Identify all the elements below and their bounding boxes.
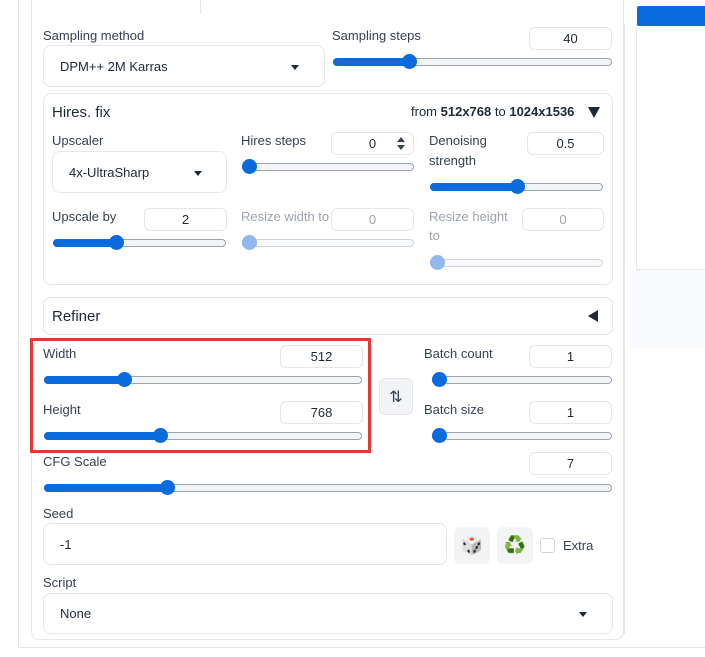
resize-width-slider[interactable] <box>242 234 414 250</box>
sampling-method-value: DPM++ 2M Karras <box>60 58 168 74</box>
upscale-by-slider[interactable] <box>53 234 226 250</box>
batch-count-input[interactable]: 1 <box>529 345 612 368</box>
resize-height-label: Resize height <box>429 209 508 224</box>
generate-button[interactable] <box>637 6 705 26</box>
sampling-steps-slider[interactable] <box>333 53 612 69</box>
hires-fix-title: Hires. fix <box>52 104 111 121</box>
slider-thumb[interactable] <box>108 235 124 250</box>
width-input[interactable]: 512 <box>280 345 363 368</box>
cfg-scale-label: CFG Scale <box>43 454 107 469</box>
upscaler-select[interactable]: 4x-UltraSharp <box>52 151 227 193</box>
width-label: Width <box>43 346 77 361</box>
extra-checkbox[interactable] <box>540 538 555 553</box>
denoising-slider[interactable] <box>430 178 603 194</box>
seed-label: Seed <box>43 506 74 521</box>
recycle-icon: ♻️ <box>503 535 527 555</box>
chevron-down-icon <box>579 612 587 617</box>
script-value: None <box>60 606 92 621</box>
cfg-scale-slider[interactable] <box>44 479 612 495</box>
slider-thumb[interactable] <box>160 480 176 495</box>
denoising-input[interactable]: 0.5 <box>527 132 604 155</box>
collapse-triangle-icon[interactable] <box>588 107 600 118</box>
tab-divider <box>200 0 201 14</box>
range-to-prefix: to <box>494 104 506 119</box>
swap-dimensions-button[interactable]: ⇅ <box>379 378 413 415</box>
height-slider[interactable] <box>44 427 362 443</box>
sampling-steps-input[interactable]: 40 <box>529 27 612 50</box>
refiner-accordion[interactable] <box>43 297 613 335</box>
slider-thumb[interactable] <box>509 179 525 194</box>
random-seed-button[interactable]: 🎲 <box>454 527 490 564</box>
slider-thumb[interactable] <box>242 159 257 174</box>
outer-frame-left <box>18 0 19 648</box>
resize-height-label-line2: to <box>429 228 440 243</box>
seed-value: -1 <box>60 536 72 552</box>
slider-thumb[interactable] <box>401 54 417 69</box>
batch-size-label: Batch size <box>424 402 484 417</box>
expand-triangle-icon[interactable] <box>588 310 598 322</box>
slider-thumb[interactable] <box>153 428 169 443</box>
sampling-method-label: Sampling method <box>43 28 145 43</box>
upscale-by-input[interactable]: 2 <box>144 208 227 231</box>
script-label: Script <box>43 575 77 590</box>
spin-down-icon[interactable] <box>397 145 405 150</box>
output-panel-footer <box>630 270 705 348</box>
slider-thumb[interactable] <box>432 372 447 387</box>
dice-icon: 🎲 <box>460 535 484 555</box>
resize-width-label: Resize width to <box>241 209 330 224</box>
chevron-down-icon <box>291 65 299 70</box>
hires-range-text: from 512x768 to 1024x1536 <box>411 104 574 119</box>
width-slider[interactable] <box>44 371 362 387</box>
refiner-title: Refiner <box>52 308 101 325</box>
hires-steps-slider[interactable] <box>242 158 414 174</box>
resize-height-slider[interactable] <box>430 254 603 270</box>
height-label: Height <box>43 402 81 417</box>
resize-width-input[interactable]: 0 <box>331 208 414 231</box>
hires-steps-input[interactable]: 0 <box>331 132 414 155</box>
denoising-label: Denoising <box>429 133 487 148</box>
batch-size-slider[interactable] <box>432 427 612 443</box>
denoising-label-line2: strength <box>429 153 476 168</box>
seed-input[interactable]: -1 <box>43 523 447 565</box>
slider-thumb[interactable] <box>432 428 447 443</box>
reuse-seed-button[interactable]: ♻️ <box>497 527 533 564</box>
chevron-down-icon <box>194 171 202 176</box>
hires-steps-label: Hires steps <box>241 133 307 148</box>
output-panel <box>636 24 705 270</box>
sampling-method-select[interactable]: DPM++ 2M Karras <box>43 45 325 87</box>
swap-arrows-icon: ⇅ <box>389 388 403 406</box>
batch-count-slider[interactable] <box>432 371 612 387</box>
slider-thumb[interactable] <box>430 255 445 270</box>
cfg-scale-input[interactable]: 7 <box>529 452 612 475</box>
script-select[interactable]: None <box>43 593 613 634</box>
batch-count-label: Batch count <box>424 346 493 361</box>
height-input[interactable]: 768 <box>280 401 363 424</box>
spin-up-icon[interactable] <box>397 137 405 142</box>
slider-thumb[interactable] <box>116 372 132 387</box>
hires-steps-value: 0 <box>368 136 377 151</box>
resize-height-input[interactable]: 0 <box>522 208 604 231</box>
batch-size-input[interactable]: 1 <box>529 401 612 424</box>
extra-label: Extra <box>563 538 594 553</box>
outer-frame-bottom <box>18 647 705 648</box>
sampling-steps-label: Sampling steps <box>332 28 421 43</box>
upscaler-value: 4x-UltraSharp <box>69 164 150 180</box>
range-to-value: 1024x1536 <box>509 104 575 119</box>
range-from-value: 512x768 <box>440 104 492 119</box>
upscaler-label: Upscaler <box>52 133 104 148</box>
range-from-prefix: from <box>411 104 437 119</box>
upscale-by-label: Upscale by <box>52 209 117 224</box>
slider-thumb[interactable] <box>242 235 257 250</box>
column-divider <box>624 24 625 634</box>
